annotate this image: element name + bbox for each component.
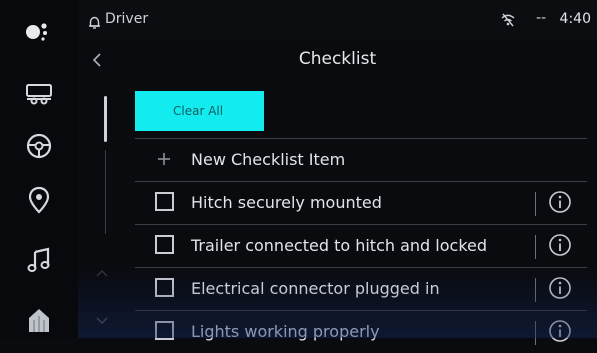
- divider: [535, 278, 536, 302]
- profile-name: Driver: [105, 11, 149, 27]
- checklist-item-label: Electrical connector plugged in: [191, 279, 440, 298]
- title-bar: Checklist: [78, 40, 597, 80]
- checkbox[interactable]: [155, 192, 174, 211]
- home-icon[interactable]: [19, 300, 59, 340]
- checklist-row[interactable]: Electrical connector plugged in: [135, 267, 587, 310]
- plus-icon: [157, 151, 171, 170]
- clock: 4:40: [559, 11, 591, 27]
- info-icon[interactable]: [548, 190, 572, 218]
- scroll-up-chevron-icon[interactable]: [96, 262, 108, 281]
- divider: [535, 235, 536, 259]
- info-icon[interactable]: [548, 233, 572, 261]
- info-icon[interactable]: [548, 276, 572, 304]
- checkbox[interactable]: [155, 278, 174, 297]
- status-bar: Driver -- 4:40: [78, 0, 597, 40]
- checklist-row[interactable]: Trailer connected to hitch and locked: [135, 224, 587, 267]
- signal-indicator: --: [536, 10, 547, 26]
- scrollbar-track: [105, 150, 106, 234]
- divider: [535, 192, 536, 216]
- checkbox[interactable]: [155, 321, 174, 340]
- scroll-down-chevron-icon[interactable]: [96, 310, 108, 329]
- checklist-row[interactable]: Lights working properly: [135, 310, 587, 353]
- divider: [535, 321, 536, 345]
- new-checklist-item-label: New Checklist Item: [191, 150, 346, 169]
- assistant-dots-icon[interactable]: [19, 12, 59, 52]
- bell-icon: [88, 14, 101, 33]
- checkbox[interactable]: [155, 235, 174, 254]
- clear-all-button[interactable]: Clear All: [135, 91, 264, 131]
- app-sidebar: [0, 0, 78, 338]
- checklist-row[interactable]: Hitch securely mounted: [135, 181, 587, 224]
- location-pin-icon[interactable]: [19, 180, 59, 220]
- checklist-item-label: Hitch securely mounted: [191, 193, 382, 212]
- page-title: Checklist: [298, 49, 377, 69]
- wifi-off-icon: [500, 12, 516, 32]
- checklist-item-label: Trailer connected to hitch and locked: [191, 236, 488, 255]
- steering-wheel-icon[interactable]: [19, 126, 59, 166]
- trailer-icon[interactable]: [19, 74, 59, 114]
- new-checklist-item-row[interactable]: New Checklist Item: [135, 138, 587, 181]
- info-icon[interactable]: [548, 319, 572, 347]
- checklist-item-label: Lights working properly: [191, 322, 380, 341]
- scrollbar-thumb[interactable]: [104, 96, 107, 142]
- music-note-icon[interactable]: [19, 240, 59, 280]
